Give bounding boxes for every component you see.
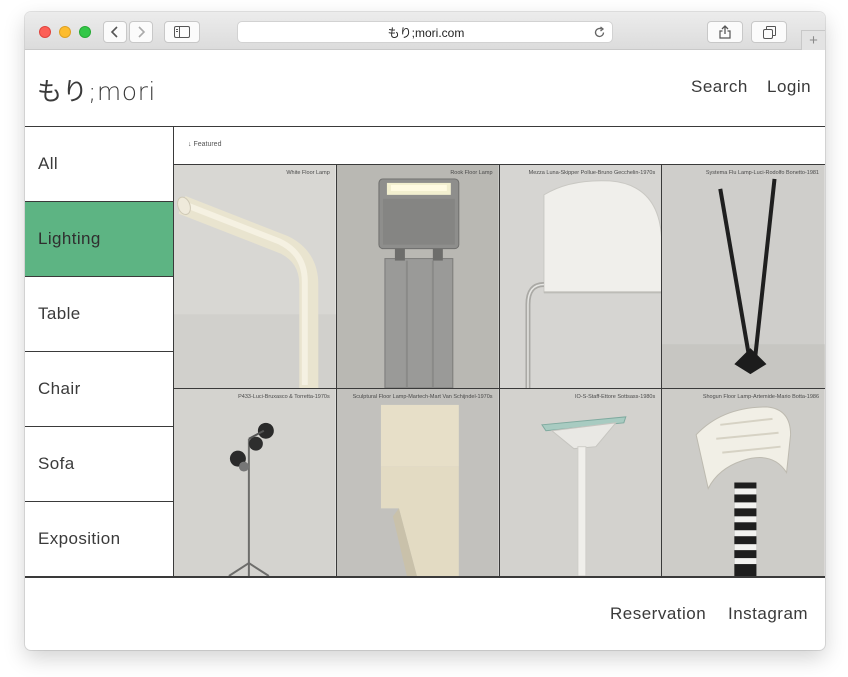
category-sofa[interactable]: Sofa bbox=[25, 427, 173, 502]
sidebar-toggle-button[interactable] bbox=[164, 21, 200, 43]
back-button[interactable] bbox=[103, 21, 127, 43]
category-all[interactable]: All bbox=[25, 127, 173, 202]
zoom-window-button[interactable] bbox=[79, 26, 91, 38]
product-caption: Mezza Luna-Skipper Pollue-Bruno Geccheli… bbox=[528, 170, 656, 176]
browser-titlebar: もり;mori.com bbox=[25, 12, 825, 50]
browser-window: もり;mori.com + もり;mori Search Login All L… bbox=[25, 12, 825, 650]
product-card[interactable]: IO-S-Staff-Ettore Sottsass-1980s bbox=[499, 389, 663, 577]
mezza-luna-lamp-image bbox=[499, 165, 662, 388]
product-caption: White Floor Lamp bbox=[286, 170, 330, 176]
sidebar-icon bbox=[174, 26, 190, 38]
address-bar[interactable]: もり;mori.com bbox=[237, 21, 613, 43]
category-lighting[interactable]: Lighting bbox=[25, 202, 173, 277]
category-sidebar: All Lighting Table Chair Sofa Exposition bbox=[25, 127, 174, 577]
minimize-window-button[interactable] bbox=[59, 26, 71, 38]
tab-overview-button[interactable] bbox=[751, 21, 787, 43]
site-logo[interactable]: もり;mori bbox=[37, 72, 156, 108]
category-chair[interactable]: Chair bbox=[25, 352, 173, 427]
product-card[interactable]: Shogun Floor Lamp-Artemide-Mario Botta-1… bbox=[662, 389, 825, 577]
product-caption: Sculptural Floor Lamp-Martech-Mart Van S… bbox=[352, 394, 493, 400]
io-s-lamp-image bbox=[499, 389, 662, 576]
product-card[interactable]: White Floor Lamp bbox=[174, 165, 337, 389]
tabs-icon bbox=[762, 25, 776, 39]
featured-sort-label[interactable]: ↓ Featured bbox=[188, 141, 221, 148]
instagram-link[interactable]: Instagram bbox=[728, 604, 808, 624]
product-caption: Shogun Floor Lamp-Artemide-Mario Botta-1… bbox=[702, 394, 819, 400]
white-floor-lamp-image bbox=[174, 165, 336, 388]
product-caption: Rook Floor Lamp bbox=[450, 170, 493, 176]
url-text: もり;mori.com bbox=[387, 26, 465, 40]
login-link[interactable]: Login bbox=[767, 77, 811, 97]
reload-icon[interactable] bbox=[593, 26, 606, 39]
product-card[interactable]: Mezza Luna-Skipper Pollue-Bruno Geccheli… bbox=[499, 165, 663, 389]
category-exposition[interactable]: Exposition bbox=[25, 502, 173, 577]
close-window-button[interactable] bbox=[39, 26, 51, 38]
product-caption: P433-Luci-Bruxasco & Torretta-1970s bbox=[238, 394, 330, 400]
reservation-link[interactable]: Reservation bbox=[610, 604, 706, 624]
product-area: ↓ Featured White Floor Lamp Rook Floor L… bbox=[174, 127, 825, 577]
site-header: もり;mori Search Login bbox=[25, 50, 825, 127]
new-tab-button[interactable]: + bbox=[801, 30, 825, 50]
share-button[interactable] bbox=[707, 21, 743, 43]
rook-floor-lamp-image bbox=[336, 165, 499, 388]
product-grid: White Floor Lamp Rook Floor Lamp Mezza L… bbox=[174, 165, 825, 577]
site-footer: Reservation Instagram bbox=[25, 577, 825, 650]
forward-button[interactable] bbox=[129, 21, 153, 43]
shogun-lamp-image bbox=[662, 389, 825, 576]
systema-flu-lamp-image bbox=[662, 165, 825, 388]
category-table[interactable]: Table bbox=[25, 277, 173, 352]
sculptural-floor-lamp-image bbox=[336, 389, 499, 576]
product-card[interactable]: Sculptural Floor Lamp-Martech-Mart Van S… bbox=[336, 389, 500, 577]
product-caption: Systema Flu Lamp-Luci-Rodolfo Bonetto-19… bbox=[705, 170, 819, 176]
share-icon bbox=[719, 25, 731, 39]
search-link[interactable]: Search bbox=[691, 77, 748, 97]
chevron-left-icon bbox=[110, 26, 118, 38]
chevron-right-icon bbox=[138, 26, 146, 38]
product-card[interactable]: Rook Floor Lamp bbox=[336, 165, 500, 389]
p433-lamp-image bbox=[174, 389, 336, 576]
product-card[interactable]: P433-Luci-Bruxasco & Torretta-1970s bbox=[174, 389, 337, 577]
product-card[interactable]: Systema Flu Lamp-Luci-Rodolfo Bonetto-19… bbox=[662, 165, 825, 389]
product-caption: IO-S-Staff-Ettore Sottsass-1980s bbox=[574, 394, 656, 400]
featured-bar: ↓ Featured bbox=[174, 127, 825, 165]
